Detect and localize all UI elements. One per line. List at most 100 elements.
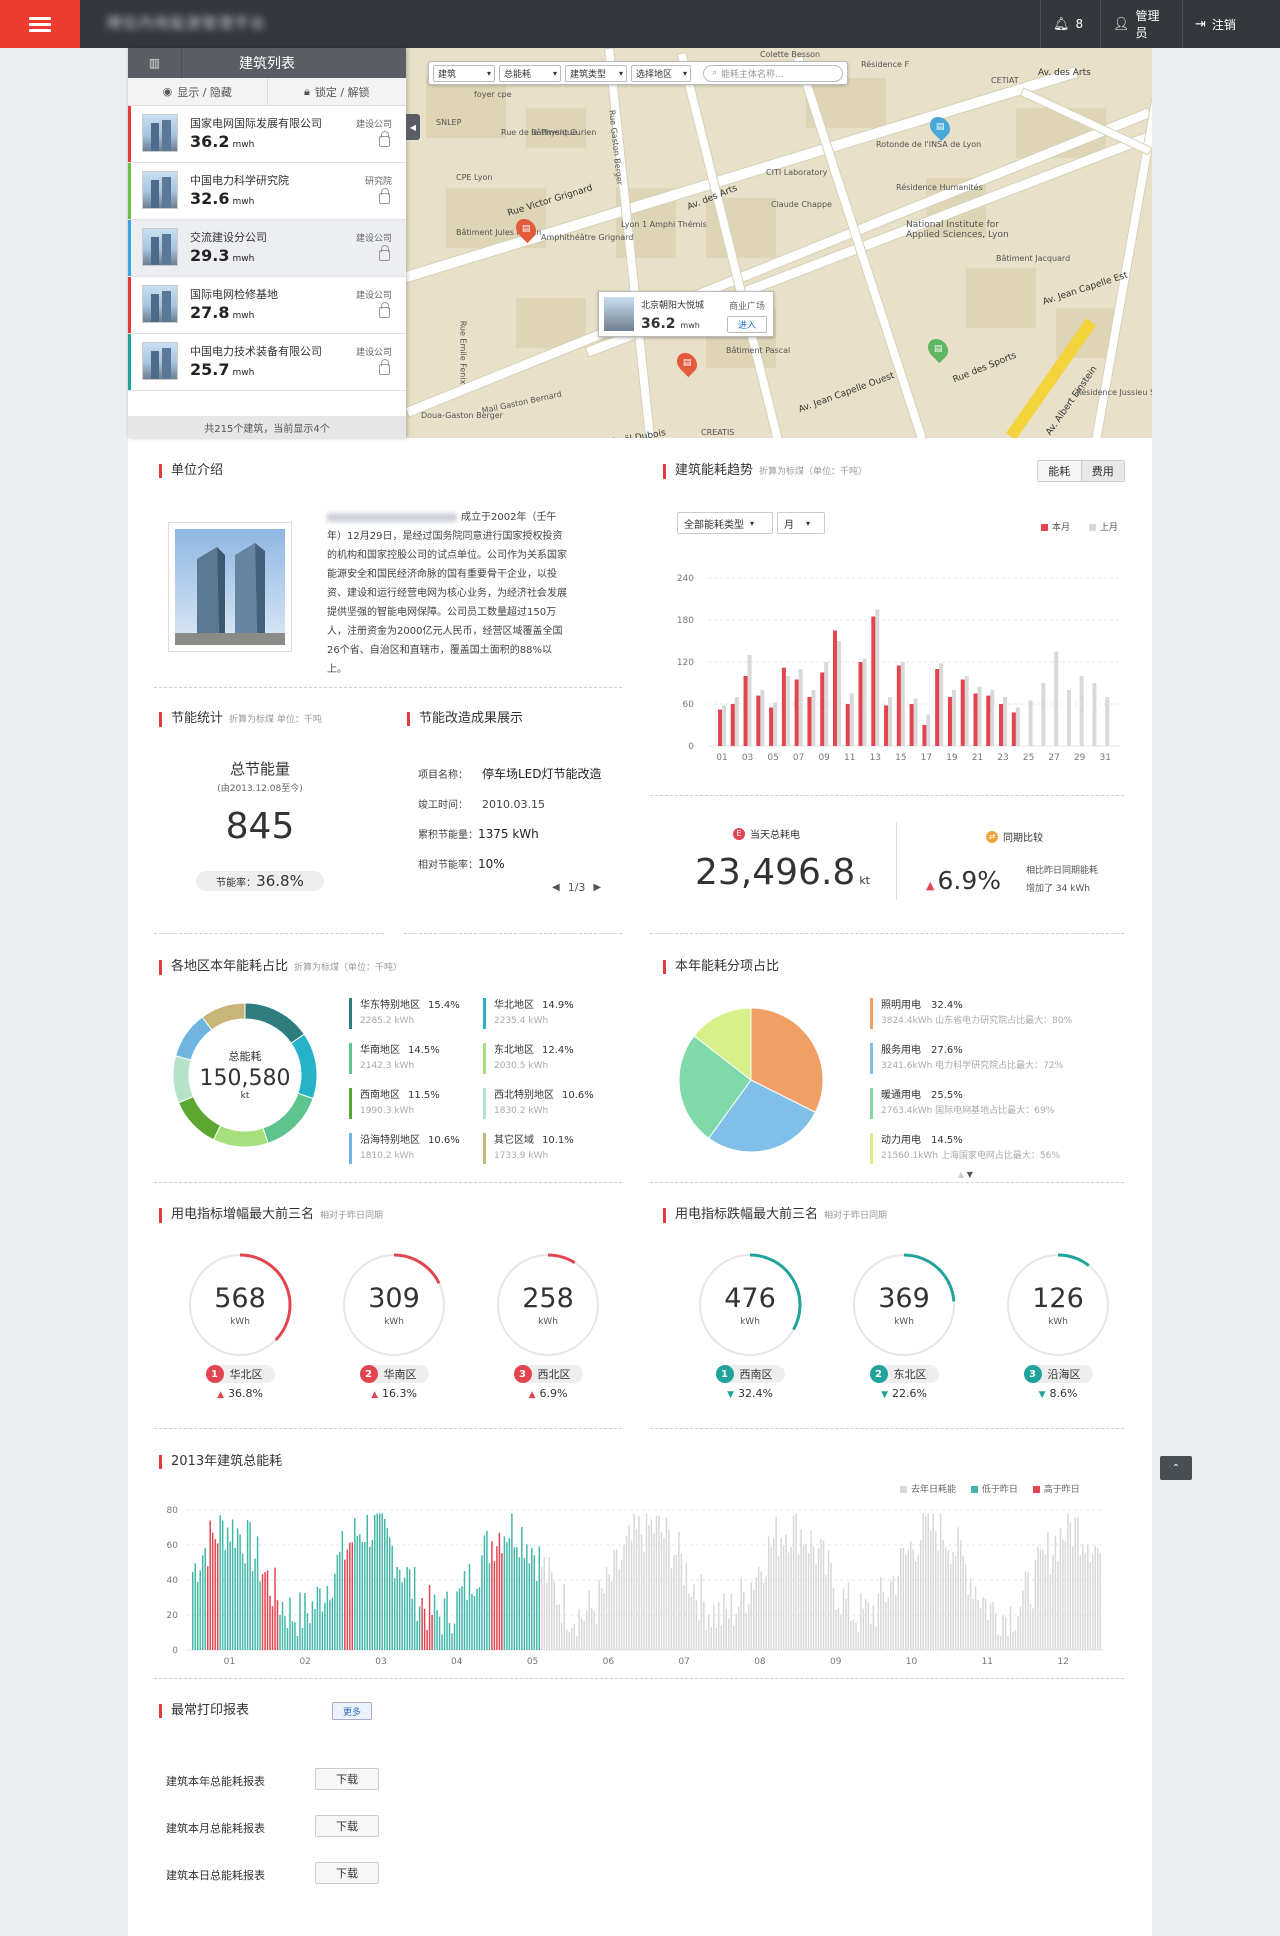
x-tick-label: 31 — [1099, 753, 1110, 763]
top-decrease-title: 用电指标跌幅最大前三名 相对于昨日同期 — [663, 1208, 887, 1223]
daily-bar — [199, 1570, 201, 1650]
daily-bar — [738, 1606, 740, 1650]
daily-bar — [698, 1619, 700, 1650]
tab-energy[interactable]: 能耗 — [1038, 461, 1082, 481]
daily-bar — [643, 1551, 645, 1650]
filter-building-select[interactable]: 建筑 — [433, 64, 495, 82]
compare-value: ▲ 6.9% — [926, 866, 1001, 895]
daily-bar — [1039, 1549, 1042, 1650]
download-button[interactable]: 下载 — [315, 1815, 379, 1837]
building-list-item[interactable]: 中国电力科学研究院 32.6 mwh 研究院 — [128, 163, 406, 220]
status-stripe — [128, 334, 131, 390]
show-hide-button[interactable]: ◉ 显示 / 隐藏 — [128, 78, 268, 105]
period-select[interactable]: 月 ▾ — [777, 512, 825, 534]
lock-icon[interactable] — [379, 245, 390, 261]
filter-region-select[interactable]: 选择地区 — [631, 64, 691, 82]
daily-bar — [957, 1527, 959, 1650]
ranking-card[interactable]: 369 kWh 2 东北区 ▼ 22.6% — [834, 1253, 974, 1400]
daily-bar — [204, 1547, 206, 1650]
building-list-item[interactable]: 国家电网国际发展有限公司 36.2 mwh 建设公司 — [128, 106, 406, 163]
daily-bar — [1017, 1616, 1019, 1650]
daily-bar — [653, 1533, 655, 1650]
download-button[interactable]: 下载 — [315, 1862, 379, 1884]
legend-pager[interactable]: ▲ ▼ — [958, 1170, 973, 1179]
rank-badge: 3 — [1023, 1365, 1042, 1383]
map-label: Amphithéâtre Grignard — [541, 233, 634, 242]
download-button[interactable]: 下载 — [315, 1768, 379, 1790]
filter-energy-select[interactable]: 总能耗 — [499, 64, 561, 82]
lock-icon[interactable] — [379, 131, 390, 147]
building-list-item[interactable]: 交流建设分公司 29.3 mwh 建设公司 — [128, 220, 406, 277]
arrow-down-icon: ▼ — [1038, 1390, 1046, 1400]
lock-unlock-button[interactable]: 🔒︎ 锁定 / 解锁 — [268, 78, 407, 105]
energy-type-select[interactable]: 全部能耗类型 ▾ — [677, 512, 773, 534]
map-label: Bâtiment Curien — [531, 128, 597, 137]
category-legend-item: 服务用电 27.6% 3241.6kWh 电力科学研究院占比最大：72% — [870, 1043, 1063, 1074]
daily-bar — [1072, 1546, 1074, 1650]
daily-bar — [296, 1636, 299, 1650]
lock-icon[interactable] — [379, 302, 390, 318]
daily-bar — [920, 1540, 922, 1650]
status-stripe — [128, 106, 131, 162]
bar-chart-icon[interactable]: ▥ — [128, 48, 182, 78]
x-tick-label: 09 — [818, 753, 830, 763]
map-search-input[interactable]: ⌕ 能耗主体名称... — [703, 64, 843, 82]
ranking-value: 476 — [724, 1283, 776, 1314]
daily-bar — [294, 1622, 296, 1650]
daily-bar — [598, 1579, 600, 1650]
notifications-button[interactable]: 🔔︎ 8 — [1040, 0, 1094, 48]
building-list-item[interactable]: 国际电网检修基地 27.8 mwh 建设公司 — [128, 277, 406, 334]
filter-type-select[interactable]: 建筑类型 — [565, 64, 627, 82]
daily-bar — [334, 1573, 336, 1650]
daily-bar — [822, 1540, 825, 1650]
reports-more-button[interactable]: 更多 — [332, 1702, 372, 1720]
ranking-card[interactable]: 476 kWh 1 西南区 ▼ 32.4% — [680, 1253, 820, 1400]
map[interactable]: Colette Besson Résidence F CETIAT Av. de… — [406, 48, 1152, 438]
trend-title: 建筑能耗趋势 折算为标煤（单位：千吨） — [663, 464, 867, 479]
ranking-card[interactable]: 568 kWh 1 华北区 ▲ 36.8% — [170, 1253, 310, 1400]
collapse-panel-button[interactable]: ◀ — [406, 114, 420, 140]
logout-button[interactable]: ⇥ 注销 — [1182, 0, 1248, 48]
building-name: 国际电网检修基地 — [190, 288, 278, 301]
bar-prev — [773, 702, 778, 746]
chevron-right-icon[interactable]: ▶ — [593, 882, 601, 893]
ring-progress — [393, 1253, 441, 1285]
ranking-card[interactable]: 258 kWh 3 西北区 ▲ 6.9% — [478, 1253, 618, 1400]
map-label: Doua-Gaston Berger — [421, 411, 503, 420]
scroll-top-button[interactable]: ⌃ — [1160, 1456, 1192, 1480]
bar-prev — [811, 690, 816, 746]
daily-bar — [506, 1542, 508, 1650]
daily-bar — [536, 1581, 538, 1650]
chevron-left-icon[interactable]: ◀ — [552, 882, 560, 893]
building-value: 25.7 mwh — [190, 360, 255, 379]
ring-progress — [1057, 1253, 1090, 1267]
map-label: Claude Chappe — [771, 200, 832, 209]
daily-bar — [615, 1549, 618, 1650]
daily-bar — [406, 1567, 408, 1650]
ranking-region: 1 华北区 — [205, 1365, 275, 1383]
ranking-unit: kWh — [538, 1317, 558, 1327]
daily-bar — [638, 1516, 640, 1650]
map-label: foyer cpe — [474, 90, 512, 99]
map-popup[interactable]: 北京朝阳大悦城 商业广场 36.2 mwh 进入 — [598, 291, 774, 337]
building-list-item[interactable]: 中国电力技术装备有限公司 25.7 mwh 建设公司 — [128, 334, 406, 391]
popup-enter-button[interactable]: 进入 — [727, 316, 767, 333]
daily-bar — [473, 1596, 476, 1650]
ranking-card[interactable]: 309 kWh 2 华南区 ▲ 16.3% — [324, 1253, 464, 1400]
eye-icon: ◉ — [162, 85, 173, 98]
lock-icon[interactable] — [379, 188, 390, 204]
daily-bar — [720, 1625, 723, 1650]
menu-button[interactable] — [0, 0, 80, 48]
daily-bar — [359, 1534, 361, 1650]
daily-bar — [910, 1541, 912, 1650]
retrofit-title: 节能改造成果展示 — [407, 712, 523, 726]
daily-bar — [418, 1606, 421, 1650]
ranking-card[interactable]: 126 kWh 3 沿海区 ▼ 8.6% — [988, 1253, 1128, 1400]
daily-bar — [369, 1546, 371, 1650]
user-menu[interactable]: 👤︎ 管理员 — [1100, 0, 1182, 48]
lock-icon[interactable] — [379, 359, 390, 375]
daily-bar — [969, 1577, 972, 1650]
daily-bar — [755, 1577, 757, 1650]
tab-cost[interactable]: 费用 — [1081, 461, 1124, 481]
daily-bar — [1002, 1615, 1004, 1650]
